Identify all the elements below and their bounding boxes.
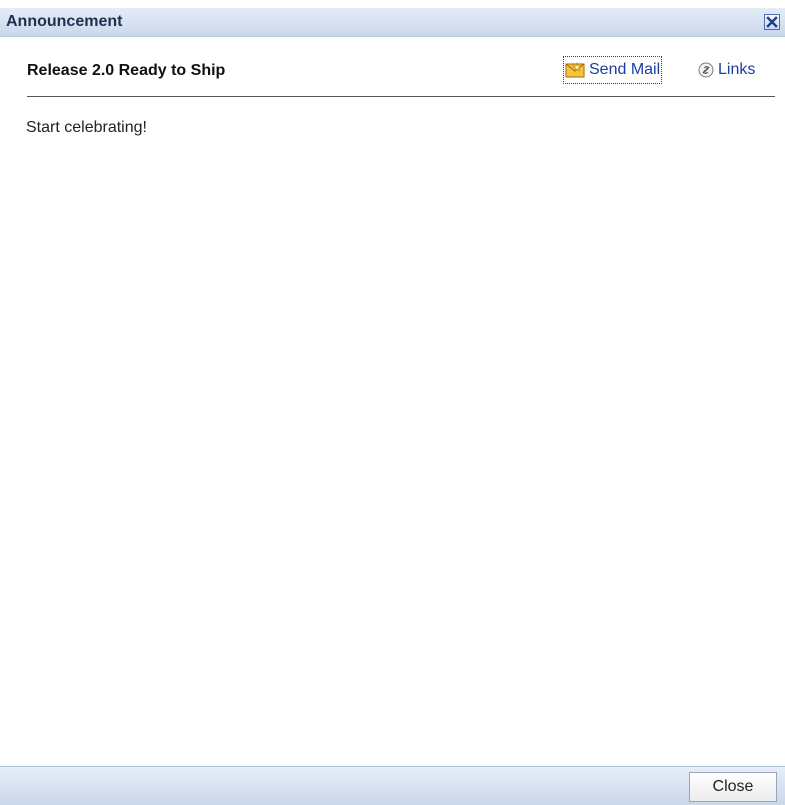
dialog-footer: Close (0, 766, 785, 805)
close-button[interactable]: Close (689, 772, 777, 802)
announcement-body: Start celebrating! (26, 119, 147, 136)
links-label: Links (718, 61, 756, 78)
close-x-icon[interactable] (764, 14, 780, 30)
envelope-icon (565, 62, 585, 78)
send-mail-label: Send Mail (589, 61, 661, 78)
announcement-dialog: Announcement Release 2.0 Ready to Ship S… (0, 0, 785, 805)
dialog-title: Announcement (6, 13, 123, 30)
link-icon (698, 62, 714, 78)
links-link[interactable]: Links (698, 57, 755, 83)
send-mail-link[interactable]: Send Mail (563, 56, 663, 84)
dialog-titlebar: Announcement (0, 8, 785, 37)
announcement-subject: Release 2.0 Ready to Ship (27, 62, 226, 79)
announcement-header: Release 2.0 Ready to Ship Send Mail Link… (27, 52, 775, 97)
